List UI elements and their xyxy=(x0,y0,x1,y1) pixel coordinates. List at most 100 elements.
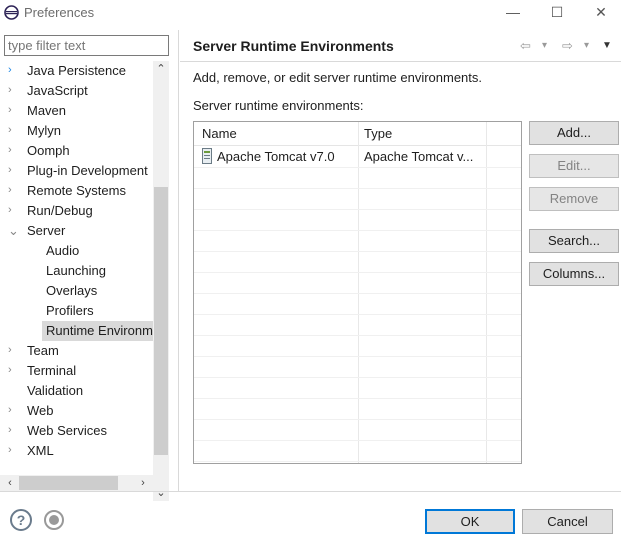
row-gridline xyxy=(194,230,521,231)
back-menu-icon[interactable]: ▾ xyxy=(542,40,547,51)
minimize-button[interactable]: — xyxy=(490,0,536,26)
tree-item[interactable]: ⌄ Server xyxy=(0,221,153,241)
tree-item-label: Team xyxy=(27,343,59,358)
forward-menu-icon[interactable]: ▾ xyxy=(584,40,589,51)
chevron-right-icon[interactable]: › xyxy=(8,341,20,361)
chevron-right-icon[interactable]: › xyxy=(8,201,20,221)
columns-button[interactable]: Columns... xyxy=(529,262,619,286)
add-button[interactable]: Add... xyxy=(529,121,619,145)
tree-item[interactable]: › Plug-in Development xyxy=(0,161,153,181)
row-gridline xyxy=(194,335,521,336)
forward-arrow-icon[interactable]: ⇨ xyxy=(562,38,573,54)
row-gridline xyxy=(194,461,521,462)
tree-item[interactable]: › Oomph xyxy=(0,141,153,161)
tree-item-label: Mylyn xyxy=(27,123,61,138)
scroll-left-icon[interactable]: ‹ xyxy=(2,475,18,491)
tree-item[interactable]: Validation xyxy=(0,381,153,401)
chevron-right-icon[interactable]: › xyxy=(8,421,20,441)
chevron-right-icon[interactable]: › xyxy=(8,61,20,81)
tree-vertical-scrollbar[interactable]: ⌃ ⌄ xyxy=(153,61,169,501)
tree-item[interactable]: Overlays xyxy=(0,281,153,301)
runtime-environments-table[interactable]: Name Type Apache Tomcat v7.0 Apache Tomc… xyxy=(193,121,522,464)
remove-button[interactable]: Remove xyxy=(529,187,619,211)
tree-item-label: Oomph xyxy=(27,143,70,158)
maximize-button[interactable]: ☐ xyxy=(534,0,580,26)
tree-item-label: Maven xyxy=(27,103,67,118)
row-type: Apache Tomcat v... xyxy=(364,149,474,164)
tree-item[interactable]: › Run/Debug xyxy=(0,201,153,221)
view-menu-icon[interactable]: ▼ xyxy=(602,40,612,51)
filter-input[interactable] xyxy=(4,35,169,56)
chevron-right-icon[interactable]: › xyxy=(8,161,20,181)
chevron-right-icon[interactable]: › xyxy=(8,141,20,161)
tree-item-label: Audio xyxy=(46,243,80,258)
tree-item[interactable]: › Terminal xyxy=(0,361,153,381)
chevron-right-icon[interactable]: › xyxy=(8,441,20,461)
row-gridline xyxy=(194,419,521,420)
eclipse-app-icon xyxy=(4,5,19,20)
help-icon[interactable]: ? xyxy=(10,509,32,531)
tree-item[interactable]: › Team xyxy=(0,341,153,361)
chevron-right-icon[interactable]: › xyxy=(8,361,20,381)
column-header-name[interactable]: Name xyxy=(202,126,237,141)
tree-item-label: Plug-in Development xyxy=(27,163,148,178)
row-gridline xyxy=(194,377,521,378)
window-title: Preferences xyxy=(24,5,95,20)
chevron-right-icon[interactable]: › xyxy=(8,401,20,421)
tree-horizontal-scrollbar[interactable]: ‹ › xyxy=(0,475,153,491)
chevron-down-icon[interactable]: ⌄ xyxy=(8,221,20,241)
column-header-type[interactable]: Type xyxy=(364,126,392,141)
page-navigation: ⇦ ▾ ⇨ ▾ ▼ xyxy=(520,38,616,54)
tree-item-label: Profilers xyxy=(46,303,94,318)
title-separator xyxy=(180,61,621,62)
tree-item[interactable]: › JavaScript xyxy=(0,81,153,101)
title-bar: Preferences — ☐ ✕ xyxy=(0,0,621,26)
tree-item[interactable]: › Maven xyxy=(0,101,153,121)
record-icon[interactable] xyxy=(44,510,64,530)
tree-item-label: Remote Systems xyxy=(27,183,126,198)
tree-item[interactable]: › Remote Systems xyxy=(0,181,153,201)
tree-item[interactable]: › Mylyn xyxy=(0,121,153,141)
row-gridline xyxy=(194,356,521,357)
tree-item-label: Runtime Environm xyxy=(46,323,153,338)
tree-item[interactable]: Audio xyxy=(0,241,153,261)
tree-item[interactable]: › Java Persistence xyxy=(0,61,153,81)
tree-item[interactable]: › Web Services xyxy=(0,421,153,441)
tree-item-label: Run/Debug xyxy=(27,203,93,218)
search-button[interactable]: Search... xyxy=(529,229,619,253)
row-gridline xyxy=(194,188,521,189)
preferences-navigation-pane: › Java Persistence › JavaScript › Maven › Mylyn… xyxy=(0,30,179,501)
tree-item[interactable]: Profilers xyxy=(0,301,153,321)
cancel-button[interactable]: Cancel xyxy=(522,509,613,534)
table-row[interactable]: Apache Tomcat v7.0 Apache Tomcat v... xyxy=(194,146,521,167)
close-button[interactable]: ✕ xyxy=(578,0,621,26)
page-description: Add, remove, or edit server runtime envi… xyxy=(193,70,483,85)
scroll-right-icon[interactable]: › xyxy=(135,475,151,491)
chevron-right-icon[interactable]: › xyxy=(8,121,20,141)
row-gridline xyxy=(194,251,521,252)
tree-item-label: Web xyxy=(27,403,54,418)
preferences-tree: › Java Persistence › JavaScript › Maven › Mylyn… xyxy=(0,61,153,481)
chevron-right-icon[interactable]: › xyxy=(8,181,20,201)
tree-item[interactable]: Launching xyxy=(0,261,153,281)
scroll-down-icon[interactable]: ⌄ xyxy=(153,485,169,501)
row-name: Apache Tomcat v7.0 xyxy=(217,149,335,164)
scrollbar-thumb[interactable] xyxy=(154,187,168,455)
scroll-up-icon[interactable]: ⌃ xyxy=(153,61,169,77)
ok-button[interactable]: OK xyxy=(425,509,515,534)
scrollbar-thumb[interactable] xyxy=(19,476,118,490)
server-icon xyxy=(202,148,212,164)
edit-button[interactable]: Edit... xyxy=(529,154,619,178)
tree-item-label: Terminal xyxy=(27,363,77,378)
row-gridline xyxy=(194,398,521,399)
chevron-right-icon[interactable]: › xyxy=(8,101,20,121)
back-arrow-icon[interactable]: ⇦ xyxy=(520,38,531,54)
tree-item[interactable]: › XML xyxy=(0,441,153,461)
row-gridline xyxy=(194,314,521,315)
tree-item-label: Overlays xyxy=(46,283,98,298)
row-gridline xyxy=(194,209,521,210)
tree-item-label: Java Persistence xyxy=(27,63,126,78)
tree-item[interactable]: › Web xyxy=(0,401,153,421)
chevron-right-icon[interactable]: › xyxy=(8,81,20,101)
tree-item[interactable]: Runtime Environm xyxy=(42,321,153,341)
